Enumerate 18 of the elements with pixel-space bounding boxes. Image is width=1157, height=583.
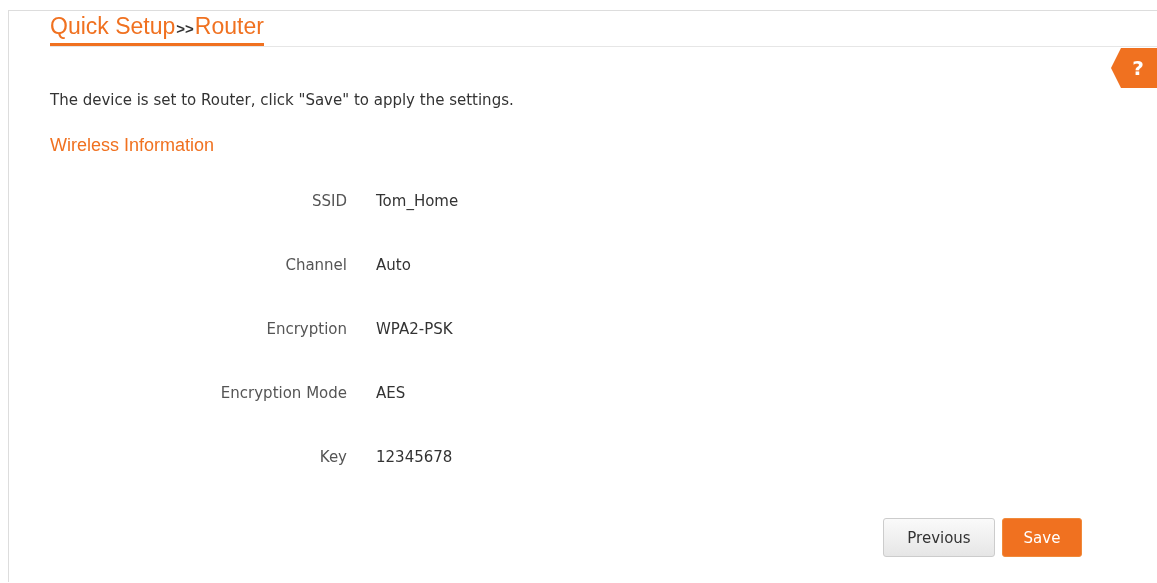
field-value: Tom_Home — [376, 191, 460, 212]
help-button[interactable]: ? — [1111, 48, 1157, 88]
previous-button[interactable]: Previous — [883, 518, 995, 557]
section-title: Wireless Information — [50, 135, 216, 156]
intro-text: The device is set to Router, click "Save" to apply the settings. — [50, 91, 515, 109]
field-label: Encryption — [265, 319, 347, 340]
field-label: SSID — [310, 191, 347, 212]
breadcrumb-separator: >> — [176, 20, 194, 37]
save-button[interactable]: Save — [1002, 518, 1082, 557]
field-label: Channel — [284, 255, 347, 276]
field-value: 12345678 — [376, 447, 454, 468]
field-label: Key — [318, 447, 347, 468]
field-label: Encryption Mode — [219, 383, 347, 404]
breadcrumb-item: Router — [194, 12, 264, 41]
field-value: Auto — [376, 255, 412, 276]
breadcrumb-item: Quick Setup — [50, 12, 176, 41]
field-value: WPA2-PSK — [376, 319, 454, 340]
field-value: AES — [376, 383, 407, 404]
